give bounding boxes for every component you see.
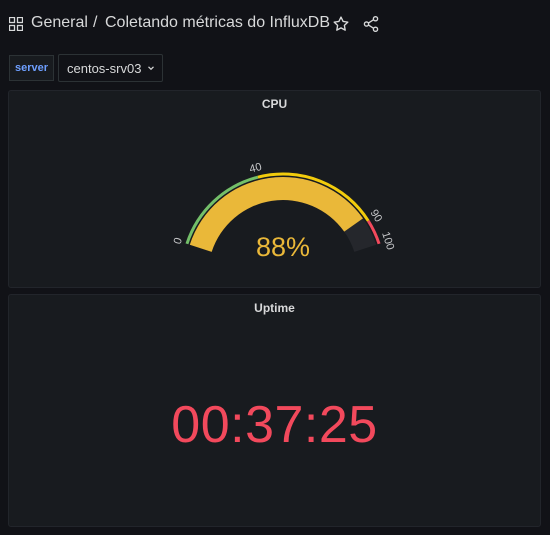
share-icon[interactable] [362, 15, 380, 33]
server-variable-select[interactable]: centos-srv03 [58, 54, 163, 82]
dashboard-title[interactable]: Coletando métricas do InfluxDB [105, 14, 330, 32]
uptime-panel[interactable]: Uptime 00:37:25 [8, 294, 541, 527]
cpu-gauge: 0409010088% [172, 161, 397, 262]
server-variable-value: centos-srv03 [67, 60, 142, 76]
breadcrumb-folder[interactable]: General [31, 14, 88, 32]
apps-icon[interactable] [9, 17, 23, 31]
dashboard-header: General / Coletando métricas do InfluxDB [0, 0, 550, 48]
breadcrumb-separator: / [93, 14, 98, 31]
gauge-tick-label: 40 [248, 161, 263, 176]
cpu-value: 88% [256, 232, 310, 262]
star-icon[interactable] [332, 15, 350, 33]
gauge-tick-label: 100 [379, 230, 396, 251]
variable-label: server [9, 55, 54, 81]
cpu-panel[interactable]: CPU 0 40 90 100 88% [8, 90, 541, 288]
chevron-down-icon [148, 66, 155, 71]
gauge-tick-label: 0 [172, 236, 185, 246]
uptime-panel-title: Uptime [254, 301, 295, 315]
uptime-value: 00:37:25 [171, 396, 378, 454]
